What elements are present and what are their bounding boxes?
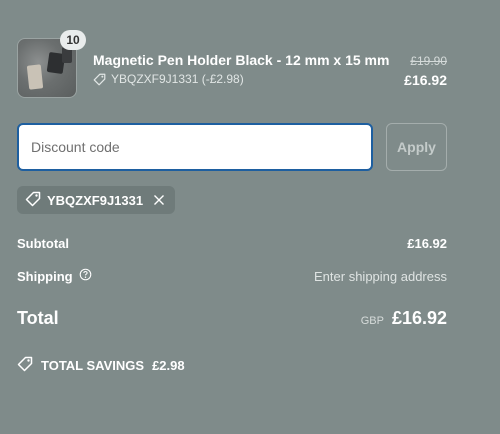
savings-label: TOTAL SAVINGS bbox=[41, 358, 145, 373]
total-savings: TOTAL SAVINGS £2.98 bbox=[17, 356, 185, 375]
shipping-value: Enter shipping address bbox=[314, 268, 447, 284]
currency-code: GBP bbox=[360, 315, 384, 327]
line-item: 10 Magnetic Pen Holder Black - 12 mm x 1… bbox=[17, 30, 447, 100]
apply-button[interactable]: Apply bbox=[386, 123, 447, 171]
total-value: £16.92 bbox=[391, 308, 447, 328]
subtotal-row: Subtotal £16.92 bbox=[17, 236, 447, 251]
discount-code-input[interactable] bbox=[17, 123, 373, 171]
tag-icon bbox=[25, 191, 41, 210]
savings-value: £2.98 bbox=[152, 358, 185, 373]
total-row: Total GBP £16.92 bbox=[17, 308, 447, 329]
close-icon[interactable] bbox=[153, 194, 165, 206]
original-price: £19.90 bbox=[410, 54, 447, 68]
tag-icon bbox=[93, 73, 106, 86]
subtotal-value: £16.92 bbox=[407, 236, 447, 251]
total-label: Total bbox=[17, 308, 59, 328]
shipping-label: Shipping bbox=[17, 268, 73, 284]
product-discount: YBQZXF9J1331 (-£2.98) bbox=[93, 72, 244, 86]
applied-discount-tag: YBQZXF9J1331 bbox=[17, 186, 176, 214]
product-name: Magnetic Pen Holder Black - 12 mm x 15 m… bbox=[93, 52, 390, 68]
subtotal-label: Subtotal bbox=[17, 236, 69, 251]
help-icon[interactable] bbox=[79, 268, 92, 284]
savings-tag-icon bbox=[17, 356, 33, 375]
quantity-badge: 10 bbox=[60, 30, 86, 50]
shipping-row: Shipping Enter shipping address bbox=[17, 268, 447, 284]
product-price: £16.92 bbox=[404, 72, 447, 88]
applied-code-text: YBQZXF9J1331 bbox=[47, 192, 144, 208]
product-discount-text: YBQZXF9J1331 (-£2.98) bbox=[111, 72, 244, 86]
